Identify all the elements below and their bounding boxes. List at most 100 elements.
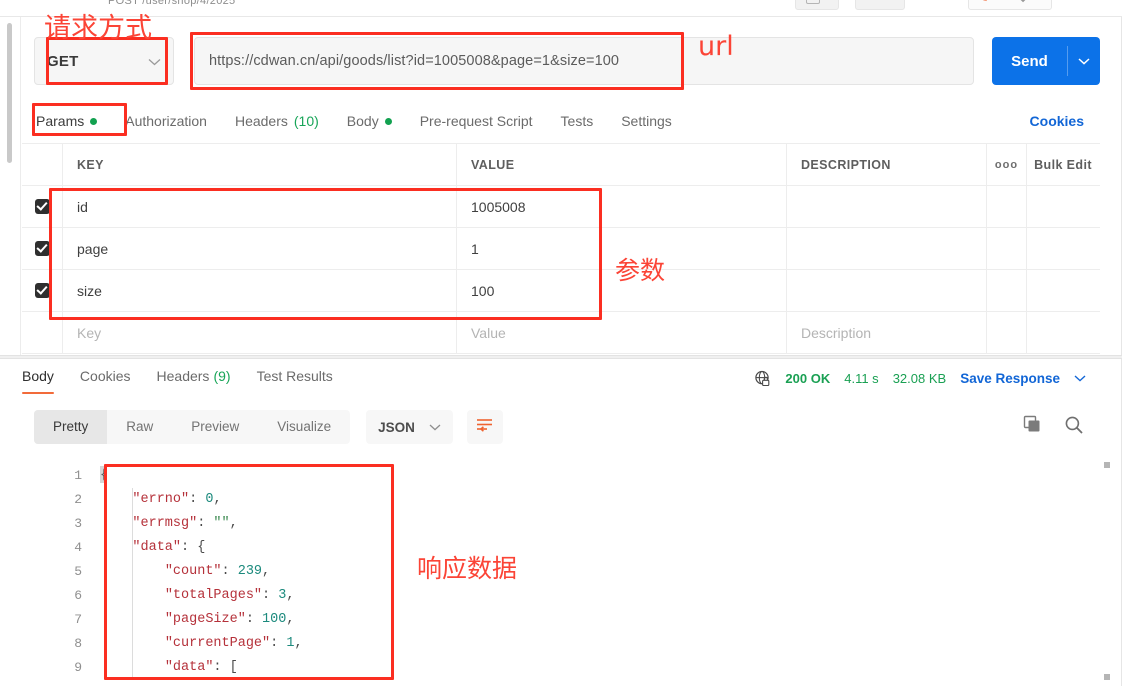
view-raw-button[interactable]: Raw xyxy=(107,410,172,444)
request-url-input[interactable]: https://cdwan.cn/api/goods/list?id=10050… xyxy=(194,37,974,85)
header-more-options[interactable]: ooo xyxy=(987,144,1027,185)
code-line-number: 7 xyxy=(74,612,82,627)
row-bulk-cell xyxy=(1027,270,1099,311)
annotation-label-url: url xyxy=(698,31,734,62)
chevron-down-icon[interactable] xyxy=(1068,54,1100,68)
params-table: KEY VALUE DESCRIPTION ooo Bulk Edit id 1… xyxy=(22,143,1100,355)
response-tab-cookies[interactable]: Cookies xyxy=(80,368,131,392)
search-icon[interactable] xyxy=(1064,415,1084,440)
word-wrap-icon xyxy=(475,417,494,438)
row-more-cell[interactable] xyxy=(987,228,1027,269)
row-key[interactable]: page xyxy=(63,228,457,269)
cutoff-dropdown-icon[interactable]: ⬇ xyxy=(1018,0,1028,5)
scroll-marker-top xyxy=(1104,462,1110,468)
send-button[interactable]: Send xyxy=(992,37,1100,85)
empty-row-more-cell xyxy=(987,312,1027,353)
response-status-bar: 200 OK 4.11 s 32.08 KB Save Response xyxy=(754,369,1100,391)
code-line-number: 6 xyxy=(74,588,82,603)
cookies-link[interactable]: Cookies xyxy=(1030,113,1084,129)
pane-splitter[interactable] xyxy=(0,355,1122,359)
row-more-cell[interactable] xyxy=(987,186,1027,227)
response-tab-cookies-label: Cookies xyxy=(79,368,131,384)
empty-row-value-input[interactable]: Value xyxy=(457,312,787,353)
table-row[interactable]: page 1 xyxy=(22,228,1100,270)
table-row[interactable]: id 1005008 xyxy=(22,186,1100,228)
globe-lock-icon[interactable] xyxy=(754,370,771,387)
empty-row-bulk-cell xyxy=(1027,312,1099,353)
save-response-button[interactable]: Save Response xyxy=(960,371,1060,386)
tab-pre-request-script[interactable]: Pre-request Script xyxy=(420,113,533,129)
empty-row-key-input[interactable]: Key xyxy=(63,312,457,353)
row-checkbox-cell[interactable] xyxy=(22,228,63,269)
tab-authorization[interactable]: Authorization xyxy=(125,113,207,129)
row-more-cell[interactable] xyxy=(987,270,1027,311)
code-vertical-scrollbar[interactable] xyxy=(1104,462,1110,680)
vertical-scrollbar-thumb[interactable] xyxy=(7,23,12,163)
tab-settings[interactable]: Settings xyxy=(621,113,672,129)
status-size: 32.08 KB xyxy=(892,370,947,386)
code-line: "count": 239, xyxy=(164,564,271,579)
cutoff-save-icon[interactable]: ✎ xyxy=(978,0,988,5)
code-line: "currentPage": 1, xyxy=(164,636,303,651)
word-wrap-toggle[interactable] xyxy=(466,410,503,444)
checkbox-checked-icon[interactable] xyxy=(34,283,50,298)
view-pretty-button[interactable]: Pretty xyxy=(34,410,108,444)
response-language-label: JSON xyxy=(378,419,415,435)
scroll-marker-bottom xyxy=(1104,674,1110,680)
checkbox-checked-icon[interactable] xyxy=(34,199,50,214)
cutoff-button-2[interactable] xyxy=(855,0,905,10)
code-line: "errno": 0, xyxy=(132,492,222,507)
code-fold-guide xyxy=(132,488,133,680)
response-language-select[interactable]: JSON xyxy=(366,410,453,444)
header-key: KEY xyxy=(63,144,457,185)
body-modified-dot xyxy=(384,117,392,125)
empty-row-checkbox-cell[interactable] xyxy=(22,312,63,353)
row-description[interactable] xyxy=(787,228,987,269)
tab-params-label: Params xyxy=(36,113,85,129)
postman-request-screen: POST /user/shop/4/2025 ✎ ⬇ GET https://c… xyxy=(0,0,1122,686)
request-url-text: https://cdwan.cn/api/goods/list?id=10050… xyxy=(209,53,620,69)
code-content[interactable]: { "errno": 0, "errmsg": "", "data": { "c… xyxy=(100,464,303,680)
response-body-code-viewer[interactable]: 1 2 3 4 5 6 7 8 9 { "errno": 0, "errmsg": "", "d… xyxy=(34,456,1100,686)
bulk-edit-button[interactable]: Bulk Edit xyxy=(1027,144,1099,185)
view-visualize-button[interactable]: Visualize xyxy=(258,410,350,444)
checkbox-checked-icon[interactable] xyxy=(34,241,50,256)
empty-row-description-input[interactable]: Description xyxy=(787,312,987,353)
chevron-down-icon[interactable] xyxy=(1074,369,1086,387)
response-tab-body[interactable]: Body xyxy=(22,368,54,394)
header-description: DESCRIPTION xyxy=(787,144,987,185)
code-line: "pageSize": 100, xyxy=(164,612,295,627)
response-tab-headers-label: Headers xyxy=(156,368,210,384)
table-row[interactable]: size 100 xyxy=(22,270,1100,312)
row-checkbox-cell[interactable] xyxy=(22,270,63,311)
row-description[interactable] xyxy=(787,270,987,311)
chevron-down-icon xyxy=(429,420,441,434)
view-preview-button[interactable]: Preview xyxy=(172,410,258,444)
tab-body[interactable]: Body xyxy=(347,113,392,129)
response-tab-body-label: Body xyxy=(22,368,54,384)
row-checkbox-cell[interactable] xyxy=(22,186,63,227)
tab-pre-request-script-label: Pre-request Script xyxy=(419,113,533,129)
tab-tests[interactable]: Tests xyxy=(561,113,594,129)
row-value[interactable]: 1005008 xyxy=(457,186,787,227)
code-line: { xyxy=(100,468,109,483)
tab-params[interactable]: Params xyxy=(36,113,98,129)
row-bulk-cell xyxy=(1027,186,1099,227)
row-description[interactable] xyxy=(787,186,987,227)
table-empty-row[interactable]: Key Value Description xyxy=(22,312,1100,354)
row-key[interactable]: size xyxy=(63,270,457,311)
tab-headers[interactable]: Headers (10) xyxy=(235,113,319,129)
tab-settings-label: Settings xyxy=(621,113,672,129)
left-scroll-gutter xyxy=(0,17,21,355)
request-url-row: GET https://cdwan.cn/api/goods/list?id=1… xyxy=(34,36,1100,86)
row-key[interactable]: id xyxy=(63,186,457,227)
tab-headers-count: (10) xyxy=(293,113,319,129)
copy-icon[interactable] xyxy=(1023,415,1042,439)
tab-body-label: Body xyxy=(346,113,379,129)
response-tab-headers[interactable]: Headers (9) xyxy=(157,368,231,392)
code-line-numbers: 1 2 3 4 5 6 7 8 9 xyxy=(34,464,82,680)
response-tab-bar: Body Cookies Headers (9) Test Results 20… xyxy=(22,362,1100,398)
http-method-label: GET xyxy=(47,52,79,70)
response-action-icons xyxy=(1023,415,1100,440)
response-tab-test-results[interactable]: Test Results xyxy=(257,368,333,392)
